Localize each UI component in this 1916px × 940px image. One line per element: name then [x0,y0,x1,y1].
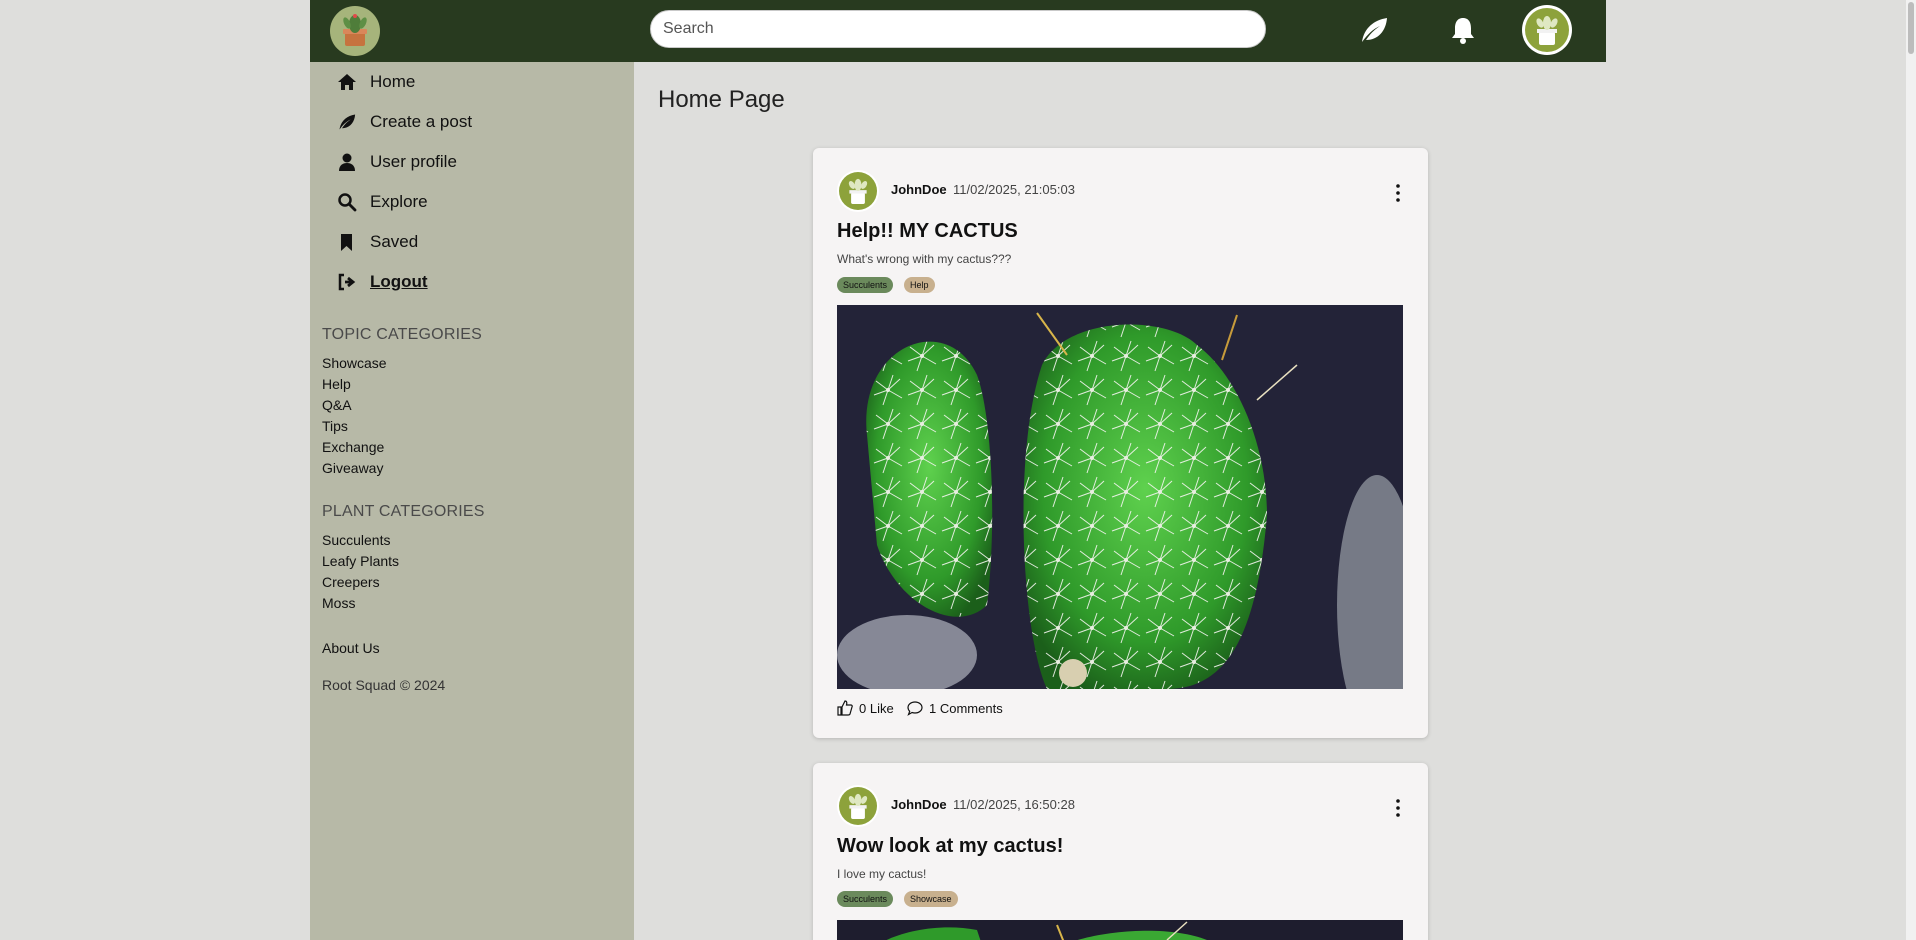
app-logo[interactable] [330,6,380,56]
plant-link-leafy-plants[interactable]: Leafy Plants [322,553,399,569]
tag-badge[interactable]: Showcase [904,891,958,907]
post-author-avatar[interactable] [837,170,879,212]
about-us-link[interactable]: About Us [322,640,380,656]
top-header [310,0,1606,62]
page-scrollbar[interactable] [1906,0,1916,940]
sidebar-item-explore[interactable]: Explore [336,187,428,217]
topic-link-showcase[interactable]: Showcase [322,355,387,371]
post-author-name[interactable]: JohnDoe [891,797,947,812]
sidebar-item-logout[interactable]: Logout [336,267,428,297]
post-description: What's wrong with my cactus??? [837,252,1012,266]
post-image[interactable] [837,305,1403,689]
post-image[interactable] [837,920,1403,940]
user-icon [336,151,358,173]
post-card: JohnDoe 11/02/2025, 16:50:28 Wow look at… [813,763,1428,940]
post-title[interactable]: Help!! MY CACTUS [837,220,1018,243]
plant-link-moss[interactable]: Moss [322,595,355,611]
like-count: 0 Like [859,700,894,716]
home-icon [336,71,358,93]
user-avatar[interactable] [1522,5,1572,55]
topic-link-help[interactable]: Help [322,376,351,392]
page-title: Home Page [658,86,785,113]
scrollbar-thumb[interactable] [1908,2,1914,54]
search-icon [336,191,358,213]
topic-link-giveaway[interactable]: Giveaway [322,460,383,476]
plant-categories-title: PLANT CATEGORIES [322,503,485,520]
comments-button[interactable]: 1 Comments [907,700,1003,716]
sidebar-item-create-post[interactable]: Create a post [336,107,472,137]
plant-link-succulents[interactable]: Succulents [322,532,390,548]
sidebar: Home Create a post User profile Explore … [310,62,634,940]
comment-count: 1 Comments [929,700,1003,716]
sidebar-item-label: Home [370,72,416,91]
sidebar-item-label: Create a post [370,112,473,131]
tag-badge[interactable]: Succulents [837,891,894,907]
plant-link-creepers[interactable]: Creepers [322,574,380,590]
search-input[interactable] [650,10,1266,48]
bookmark-icon [336,231,358,253]
tag-badge[interactable]: Help [904,277,935,293]
leaf-icon [336,111,358,133]
comment-icon [907,701,923,716]
tag-badge[interactable]: Succulents [837,277,894,293]
post-author-name[interactable]: JohnDoe [891,182,947,197]
thumbs-up-icon [837,700,853,716]
post-timestamp: 11/02/2025, 16:50:28 [953,797,1075,812]
bell-icon[interactable] [1447,14,1479,46]
topic-link-exchange[interactable]: Exchange [322,439,384,455]
post-author-avatar[interactable] [837,785,879,827]
sidebar-item-home[interactable]: Home [336,67,415,97]
copyright-text: Root Squad © 2024 [322,677,446,693]
sidebar-item-label: Saved [370,232,419,251]
sidebar-item-user-profile[interactable]: User profile [336,147,457,177]
post-card: JohnDoe 11/02/2025, 21:05:03 Help!! MY C… [813,148,1428,738]
more-options-icon[interactable] [1390,797,1406,819]
more-options-icon[interactable] [1390,182,1406,204]
post-timestamp: 11/02/2025, 21:05:03 [953,182,1075,197]
sidebar-item-saved[interactable]: Saved [336,227,418,257]
topic-link-qa[interactable]: Q&A [322,397,352,413]
topic-categories-title: TOPIC CATEGORIES [322,326,482,343]
sidebar-item-label: Explore [370,192,428,211]
post-title[interactable]: Wow look at my cactus! [837,835,1063,858]
leaf-icon[interactable] [1358,14,1390,46]
post-description: I love my cactus! [837,867,927,881]
topic-link-tips[interactable]: Tips [322,418,348,434]
sidebar-item-label: Logout [370,272,428,291]
logout-icon [336,271,358,293]
like-button[interactable]: 0 Like [837,700,894,716]
sidebar-item-label: User profile [370,152,457,171]
